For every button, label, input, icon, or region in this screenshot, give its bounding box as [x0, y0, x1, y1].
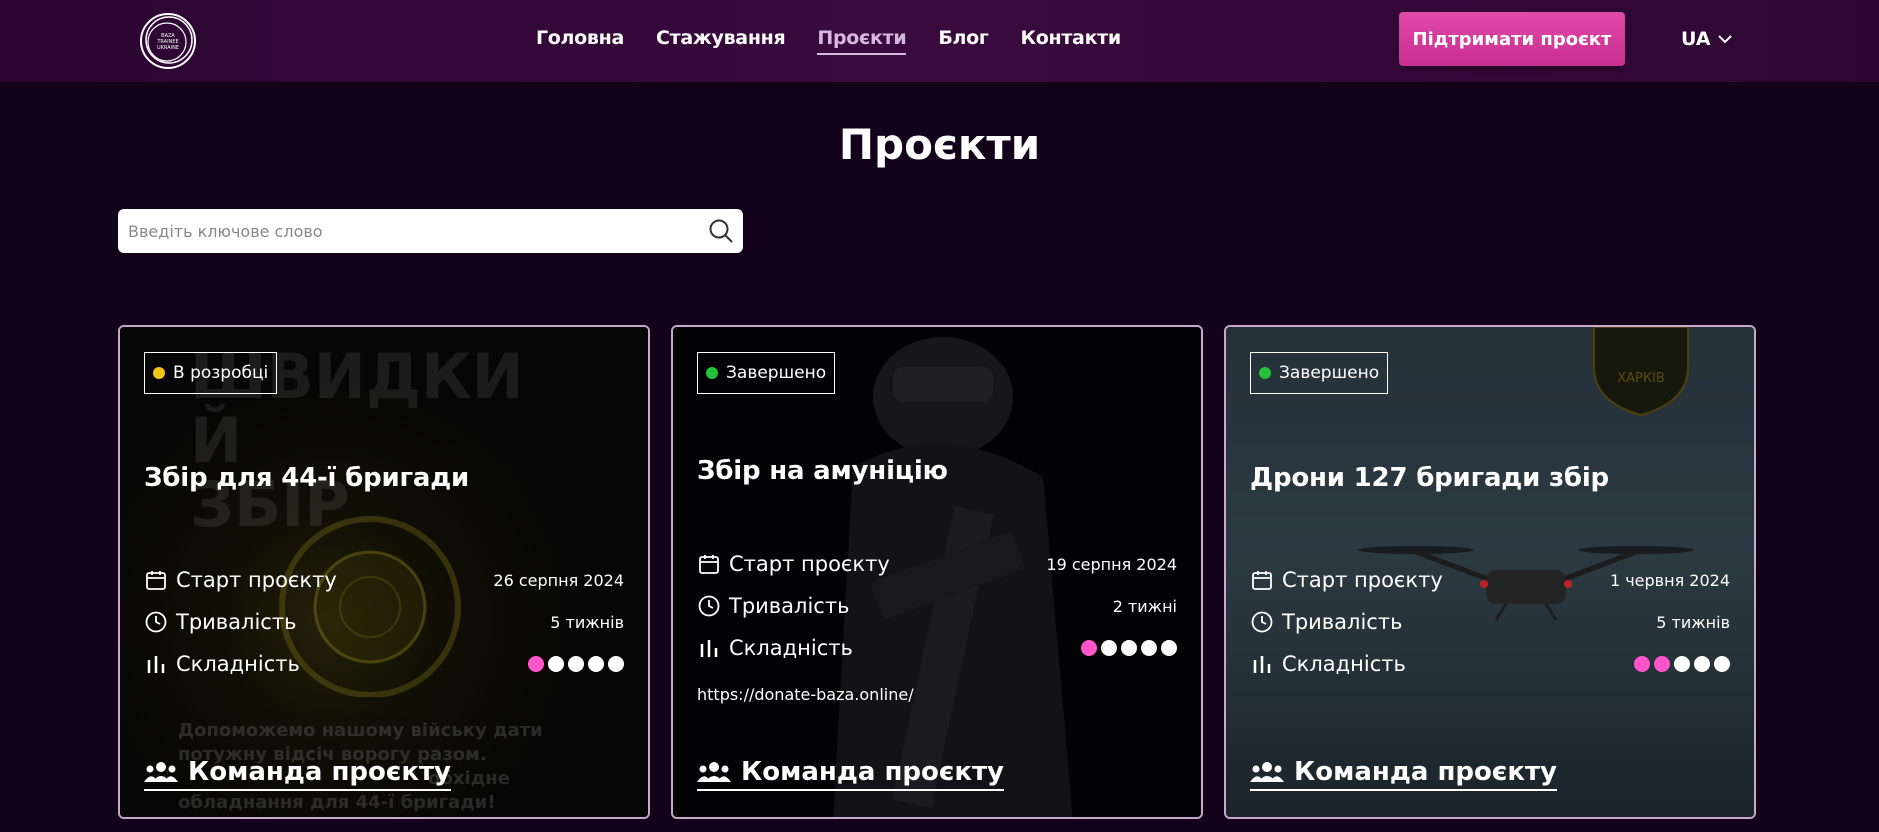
clock-icon — [1251, 611, 1273, 633]
duration-row: Тривалість 5 тижнів — [1250, 607, 1730, 637]
team-label: Команда проєкту — [1294, 757, 1557, 787]
project-team-link[interactable]: Команда проєкту — [1250, 757, 1557, 791]
difficulty-dot — [1141, 640, 1157, 656]
users-icon — [697, 762, 731, 782]
start-date: 1 червня 2024 — [1609, 570, 1730, 590]
language-selector[interactable]: UA — [1681, 28, 1733, 50]
users-icon — [144, 762, 178, 782]
status-label: Завершено — [1279, 363, 1380, 383]
project-team-link[interactable]: Команда проєкту — [697, 757, 1004, 791]
difficulty-indicator — [1634, 656, 1730, 672]
difficulty-dot — [568, 656, 584, 672]
status-badge: Завершено — [697, 352, 836, 394]
clock-icon — [698, 595, 720, 617]
status-label: В розробці — [173, 363, 269, 383]
site-header: BAZA TRAINEE UKRAINE Головна Стажування … — [0, 0, 1879, 82]
difficulty-dot — [1081, 640, 1097, 656]
difficulty-dot — [588, 656, 604, 672]
chevron-down-icon — [1717, 35, 1732, 44]
status-dot — [153, 367, 165, 379]
start-date: 26 серпня 2024 — [493, 570, 624, 590]
project-title[interactable]: Збір для 44-ї бригади — [144, 463, 469, 493]
status-badge: Завершено — [1250, 352, 1389, 394]
start-date: 19 серпня 2024 — [1046, 554, 1177, 574]
start-label: Старт проєкту — [1282, 568, 1443, 592]
search-input[interactable] — [118, 221, 707, 241]
start-row: Старт проєкту 26 серпня 2024 — [144, 565, 624, 595]
nav-projects[interactable]: Проєкти — [817, 27, 907, 55]
project-card[interactable]: Завершено Збір на амуніцію Старт проєкту… — [671, 325, 1203, 819]
status-label: Завершено — [726, 363, 827, 383]
difficulty-dot — [1161, 640, 1177, 656]
team-label: Команда проєкту — [188, 757, 451, 787]
start-label: Старт проєкту — [176, 568, 337, 592]
nav-internship[interactable]: Стажування — [656, 27, 786, 55]
nav-blog[interactable]: Блог — [938, 27, 988, 55]
logo-line-3: UKRAINE — [157, 45, 179, 51]
bar-chart-icon — [1253, 656, 1271, 673]
calendar-icon — [146, 571, 166, 590]
duration-value: 5 тижнів — [550, 612, 624, 632]
difficulty-dot — [1121, 640, 1137, 656]
difficulty-label: Складність — [1282, 652, 1406, 676]
search-icon[interactable] — [707, 217, 735, 245]
bar-chart-icon — [700, 640, 718, 657]
project-title[interactable]: Збір на амуніцію — [697, 456, 948, 486]
team-label: Команда проєкту — [741, 757, 1004, 787]
start-row: Старт проєкту 19 серпня 2024 — [697, 549, 1177, 579]
difficulty-dot — [608, 656, 624, 672]
start-row: Старт проєкту 1 червня 2024 — [1250, 565, 1730, 595]
difficulty-row: Складність — [697, 633, 1177, 663]
difficulty-indicator — [528, 656, 624, 672]
project-card[interactable]: ШВИДКИ Й ЗБІР Допоможемо нашому війську … — [118, 325, 650, 819]
clock-icon — [145, 611, 167, 633]
language-label: UA — [1681, 28, 1711, 50]
difficulty-label: Складність — [176, 652, 300, 676]
difficulty-dot — [1674, 656, 1690, 672]
difficulty-row: Складність — [1250, 649, 1730, 679]
duration-row: Тривалість 5 тижнів — [144, 607, 624, 637]
bar-chart-icon — [147, 656, 165, 673]
duration-value: 5 тижнів — [1656, 612, 1730, 632]
difficulty-dot — [1634, 656, 1650, 672]
users-icon — [1250, 762, 1284, 782]
difficulty-label: Складність — [729, 636, 853, 660]
project-card[interactable]: ХАРКІВ Завершено Дрони 127 бригади збір … — [1224, 325, 1756, 819]
calendar-icon — [1252, 571, 1272, 590]
duration-value: 2 тижні — [1112, 596, 1177, 616]
duration-row: Тривалість 2 тижні — [697, 591, 1177, 621]
support-project-button[interactable]: Підтримати проєкт — [1399, 12, 1625, 66]
start-label: Старт проєкту — [729, 552, 890, 576]
status-dot — [706, 367, 718, 379]
donate-link[interactable]: https://donate-baza.online/ — [697, 685, 914, 704]
status-badge: В розробці — [144, 352, 278, 394]
duration-label: Тривалість — [1282, 610, 1403, 634]
difficulty-dot — [1101, 640, 1117, 656]
duration-label: Тривалість — [729, 594, 850, 618]
page-title: Проєкти — [838, 120, 1041, 169]
search-box — [118, 209, 743, 253]
main-nav: Головна Стажування Проєкти Блог Контакти — [536, 27, 1121, 55]
project-title[interactable]: Дрони 127 бригади збір — [1250, 463, 1609, 493]
difficulty-dot — [548, 656, 564, 672]
difficulty-dot — [1654, 656, 1670, 672]
nav-home[interactable]: Головна — [536, 27, 624, 55]
difficulty-dot — [1694, 656, 1710, 672]
project-team-link[interactable]: Команда проєкту — [144, 757, 451, 791]
difficulty-dot — [528, 656, 544, 672]
nav-contacts[interactable]: Контакти — [1021, 27, 1122, 55]
baza-logo-icon[interactable]: BAZA TRAINEE UKRAINE — [138, 11, 198, 71]
calendar-icon — [699, 555, 719, 574]
duration-label: Тривалість — [176, 610, 297, 634]
status-dot — [1259, 367, 1271, 379]
difficulty-row: Складність — [144, 649, 624, 679]
difficulty-dot — [1714, 656, 1730, 672]
difficulty-indicator — [1081, 640, 1177, 656]
